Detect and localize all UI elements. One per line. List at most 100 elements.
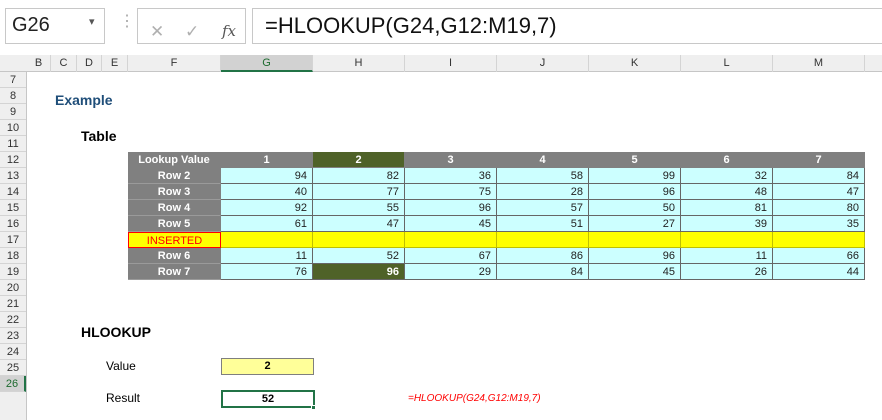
row-header-8[interactable]: 8 [0,88,26,104]
table-cell[interactable]: 61 [221,216,313,232]
enter-icon[interactable]: ✓ [185,23,199,40]
table-cell[interactable]: 55 [313,200,405,216]
table-cell[interactable]: 45 [589,264,681,280]
table-cell[interactable]: 27 [589,216,681,232]
row-header-26[interactable]: 26 [0,376,26,392]
table-cell[interactable]: 66 [773,248,865,264]
table-row-label[interactable]: Row 2 [128,168,221,184]
table-cell[interactable]: 94 [221,168,313,184]
table-cell[interactable]: 58 [497,168,589,184]
column-header-m[interactable]: M [773,55,865,72]
column-header-f[interactable]: F [128,55,221,72]
row-header-24[interactable]: 24 [0,344,26,360]
table-cell[interactable]: 45 [405,216,497,232]
column-header-d[interactable]: D [77,55,102,72]
column-header-e[interactable]: E [102,55,128,72]
inserted-cell[interactable] [221,232,313,248]
inserted-cell[interactable] [681,232,773,248]
column-header-b[interactable]: B [27,55,51,72]
inserted-cell[interactable] [405,232,497,248]
inserted-row-label[interactable]: INSERTED [128,232,221,248]
table-cell[interactable]: 11 [681,248,773,264]
table-col-header[interactable]: 1 [221,152,313,168]
column-header-c[interactable]: C [51,55,77,72]
inserted-cell[interactable] [497,232,589,248]
column-header-i[interactable]: I [405,55,497,72]
value-cell[interactable]: 2 [221,358,314,375]
table-cell[interactable]: 47 [773,184,865,200]
table-cell[interactable]: 96 [589,248,681,264]
column-header-g[interactable]: G [221,55,313,72]
fill-handle[interactable] [311,405,316,410]
table-row-label[interactable]: Row 4 [128,200,221,216]
table-col-header[interactable]: 4 [497,152,589,168]
formula-bar-grip-icon[interactable]: ⋮ [119,14,135,30]
row-header-21[interactable]: 21 [0,296,26,312]
table-cell[interactable]: 48 [681,184,773,200]
table-cell[interactable]: 82 [313,168,405,184]
table-cell[interactable]: 26 [681,264,773,280]
row-header-9[interactable]: 9 [0,104,26,120]
table-col-header[interactable]: 7 [773,152,865,168]
inserted-cell[interactable] [589,232,681,248]
column-header-j[interactable]: J [497,55,589,72]
row-header-17[interactable]: 17 [0,232,26,248]
table-cell[interactable]: 57 [497,200,589,216]
table-cell[interactable]: 28 [497,184,589,200]
table-cell[interactable]: 32 [681,168,773,184]
table-cell[interactable]: 84 [773,168,865,184]
row-header-7[interactable]: 7 [0,72,26,88]
table-cell[interactable]: 96 [405,200,497,216]
table-cell[interactable]: 51 [497,216,589,232]
row-header-18[interactable]: 18 [0,248,26,264]
table-cell[interactable]: 84 [497,264,589,280]
table-cell[interactable]: 29 [405,264,497,280]
column-header-l[interactable]: L [681,55,773,72]
row-header-14[interactable]: 14 [0,184,26,200]
row-header-16[interactable]: 16 [0,216,26,232]
table-cell[interactable]: 52 [313,248,405,264]
table-cell[interactable]: 81 [681,200,773,216]
insert-function-icon[interactable]: fx [222,22,236,40]
row-header-10[interactable]: 10 [0,120,26,136]
table-cell[interactable]: 80 [773,200,865,216]
row-header-12[interactable]: 12 [0,152,26,168]
table-cell[interactable]: 96 [589,184,681,200]
table-cell[interactable]: 77 [313,184,405,200]
row-header-23[interactable]: 23 [0,328,26,344]
table-cell[interactable]: 11 [221,248,313,264]
inserted-cell[interactable] [773,232,865,248]
table-row-label[interactable]: Row 5 [128,216,221,232]
table-cell[interactable]: 92 [221,200,313,216]
row-header-13[interactable]: 13 [0,168,26,184]
table-cell[interactable]: 67 [405,248,497,264]
table-cell[interactable]: 75 [405,184,497,200]
table-cell[interactable]: 76 [221,264,313,280]
table-cell[interactable]: 39 [681,216,773,232]
table-col-header[interactable]: 5 [589,152,681,168]
row-header-25[interactable]: 25 [0,360,26,376]
table-row-label[interactable]: Row 6 [128,248,221,264]
row-header-11[interactable]: 11 [0,136,26,152]
row-header-19[interactable]: 19 [0,264,26,280]
table-col-header[interactable]: 6 [681,152,773,168]
table-cell[interactable]: 44 [773,264,865,280]
result-cell[interactable]: 52 [221,390,315,408]
table-cell[interactable]: 96 [313,264,405,280]
row-header-15[interactable]: 15 [0,200,26,216]
table-cell[interactable]: 47 [313,216,405,232]
inserted-cell[interactable] [313,232,405,248]
table-row-label[interactable]: Row 7 [128,264,221,280]
table-cell[interactable]: 50 [589,200,681,216]
table-col-header[interactable]: 2 [313,152,405,168]
column-header-h[interactable]: H [313,55,405,72]
row-header-20[interactable]: 20 [0,280,26,296]
row-header-22[interactable]: 22 [0,312,26,328]
table-cell[interactable]: 40 [221,184,313,200]
table-cell[interactable]: 35 [773,216,865,232]
name-box-dropdown-icon[interactable]: ▾ [89,15,95,28]
column-header-k[interactable]: K [589,55,681,72]
table-cell[interactable]: 86 [497,248,589,264]
table-corner-header[interactable]: Lookup Value [128,152,221,168]
table-cell[interactable]: 99 [589,168,681,184]
